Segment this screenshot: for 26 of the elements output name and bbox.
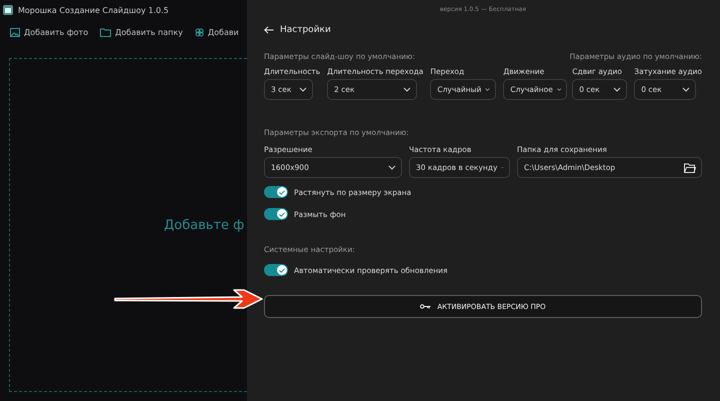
toggle-switch[interactable] [264,264,288,276]
toolbar-button[interactable]: Добави [194,28,239,36]
drop-hint: Добавьте ф [164,218,244,232]
chevron-down-icon [403,87,412,92]
chevron-down-icon [556,87,562,92]
key-icon [420,304,432,309]
toggle-switch[interactable] [264,186,288,198]
image-icon [10,28,20,36]
chevron-down-icon [682,87,690,92]
toolbar-button[interactable]: Добавить папку [100,28,183,36]
check-icon [279,212,285,216]
chevron-down-icon [485,87,490,92]
toggle-switch[interactable] [264,208,288,220]
folder-icon[interactable] [684,162,696,172]
back-arrow-icon[interactable] [264,26,274,34]
chevron-down-icon [388,165,396,170]
chevron-down-icon [613,87,622,92]
settings-title: Настройки [280,25,331,35]
check-icon [279,268,285,272]
check-icon [279,190,285,194]
sparkle-icon [194,28,204,36]
toolbar-button[interactable]: Добавить фото [10,28,88,36]
folder-icon [100,28,112,36]
app-logo-icon [3,5,13,15]
chevron-down-icon [299,87,307,92]
app-title: Морошка Создание Слайдшоу 1.0.5 [18,6,169,14]
